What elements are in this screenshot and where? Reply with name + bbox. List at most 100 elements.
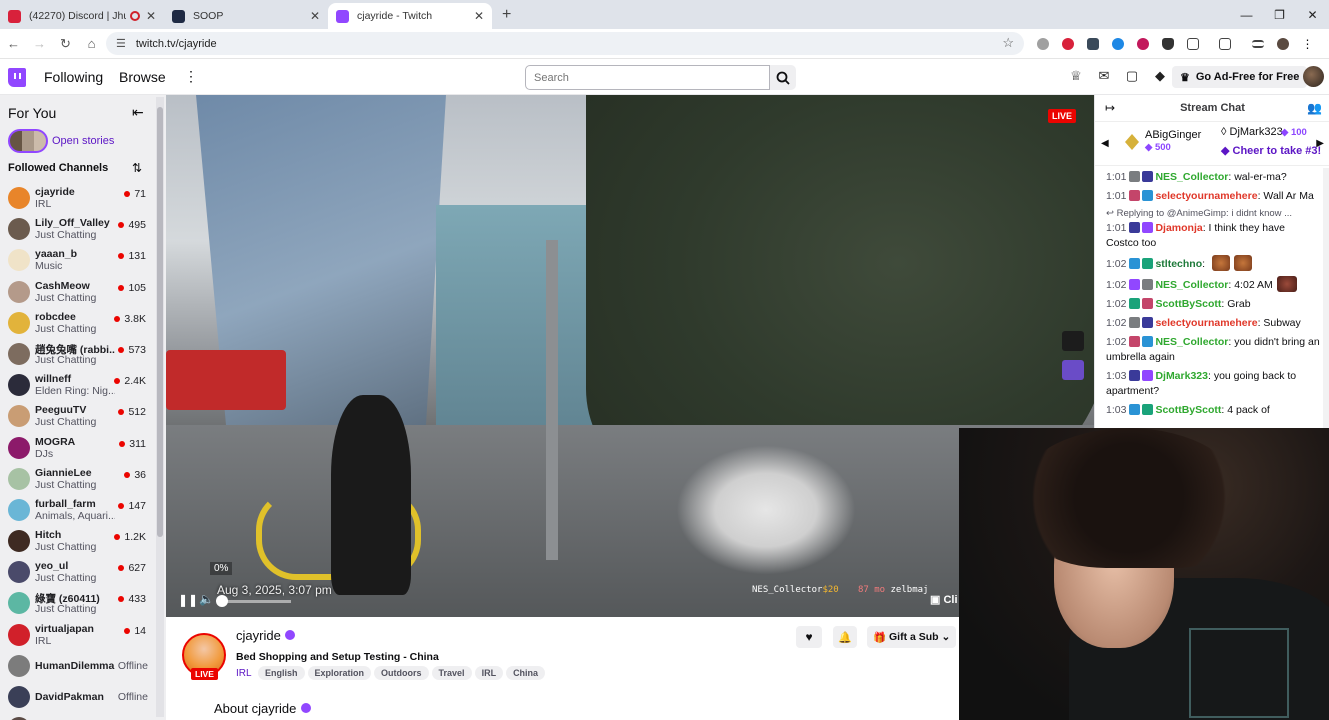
back-arrow-icon[interactable]: ← — [1, 36, 26, 51]
followed-channel-item[interactable]: Hitch Just Chatting 1.2K — [0, 526, 160, 557]
reload-icon[interactable]: ↻ — [53, 36, 78, 52]
scrollbar-thumb[interactable] — [157, 107, 163, 537]
sidebar-scrollbar[interactable] — [156, 97, 164, 717]
browse-link[interactable]: Browse — [119, 69, 166, 85]
close-tab-icon[interactable]: ✕ — [146, 9, 156, 23]
followed-channel-item[interactable]: yaaan_b Music 131 — [0, 245, 160, 276]
chat-message[interactable]: 1:02 NES_Collector: 4:02 AM — [1095, 274, 1329, 295]
bits-icon[interactable]: ◆ — [1146, 68, 1174, 84]
chat-username[interactable]: NES_Collector — [1155, 336, 1228, 348]
chat-badge-icon[interactable] — [1142, 336, 1154, 347]
site-info-icon[interactable]: ☰ — [116, 37, 126, 50]
sort-icon[interactable]: ⇅ — [132, 161, 142, 175]
video-extension-icon[interactable] — [1062, 331, 1084, 351]
chat-badge-icon[interactable] — [1142, 171, 1154, 182]
extension-icon[interactable] — [1111, 38, 1124, 50]
chat-username[interactable]: NES_Collector — [1155, 171, 1228, 183]
chat-badge-icon[interactable] — [1129, 317, 1141, 328]
home-icon[interactable]: ⌂ — [79, 36, 104, 51]
chat-badge-icon[interactable] — [1129, 298, 1141, 309]
inbox-icon[interactable]: ✉ — [1090, 68, 1118, 84]
pause-icon[interactable]: ❚❚ — [178, 593, 198, 607]
chat-username[interactable]: ScottByScott — [1155, 404, 1221, 416]
followed-channel-item[interactable]: willneff Elden Ring: Nig... 2.4K — [0, 370, 160, 401]
close-tab-icon[interactable]: ✕ — [310, 9, 320, 23]
stream-tag[interactable]: China — [506, 666, 546, 680]
followed-channel-item[interactable]: MOGRA DJs 311 — [0, 433, 160, 464]
chevron-left-icon[interactable]: ◀ — [1101, 138, 1109, 149]
minimize-icon[interactable]: — — [1230, 0, 1263, 29]
browser-tab-discord[interactable]: (42270) Discord | Jhunter, B ✕ — [0, 3, 164, 29]
chat-message[interactable]: 1:03 ScottByScott: 4 pack of — [1095, 401, 1329, 420]
chat-badge-icon[interactable] — [1142, 279, 1154, 290]
chat-message[interactable]: 1:01 selectyournamehere: Wall Ar Ma — [1095, 187, 1329, 206]
collapse-sidebar-icon[interactable]: ⇤ — [132, 104, 144, 121]
stream-tag[interactable]: Exploration — [307, 666, 372, 680]
stream-tag[interactable]: Outdoors — [374, 666, 429, 680]
chat-badge-icon[interactable] — [1142, 404, 1154, 415]
followed-channel-item[interactable]: virtualjapan IRL 14 — [0, 620, 160, 651]
extension-icon[interactable] — [1036, 38, 1049, 50]
followed-channel-item[interactable]: GiannieLee Just Chatting 36 — [0, 464, 160, 495]
extension-icon[interactable] — [1136, 38, 1149, 50]
chat-badge-icon[interactable] — [1142, 258, 1154, 269]
menu-kebab-icon[interactable]: ⋮ — [1302, 38, 1314, 50]
followed-channel-item[interactable]: PeeguuTV Just Chatting 512 — [0, 401, 160, 432]
channel-name[interactable]: cjayride — [236, 628, 281, 643]
followed-channel-item[interactable]: 綠寶 (z60411) Just Chatting 433 — [0, 588, 160, 619]
side-panel-icon[interactable] — [1219, 38, 1231, 50]
followed-channel-item[interactable]: 趙兔兔嘴 (rabbi... Just Chatting 573 — [0, 339, 160, 370]
chat-message[interactable]: 1:02 ScottByScott: Grab — [1095, 295, 1329, 314]
chat-scrollbar[interactable] — [1323, 168, 1329, 428]
browser-tab-soop[interactable]: SOOP ✕ — [164, 3, 328, 29]
chat-message[interactable]: 1:02 NES_Collector: you didn't bring an u… — [1095, 333, 1329, 367]
chat-username[interactable]: ScottByScott — [1155, 298, 1221, 310]
volume-knob[interactable] — [216, 595, 228, 607]
whispers-icon[interactable]: ▢ — [1118, 68, 1146, 84]
go-ad-free-button[interactable]: ♛ Go Ad-Free for Free — [1172, 66, 1308, 88]
search-button[interactable] — [770, 65, 796, 90]
profile-avatar-icon[interactable] — [1276, 38, 1289, 50]
chat-badge-icon[interactable] — [1129, 279, 1141, 290]
close-window-icon[interactable]: ✕ — [1296, 0, 1329, 29]
chat-message[interactable]: 1:01 NES_Collector: wal-er-ma? — [1095, 168, 1329, 187]
follow-heart-button[interactable]: ♥ — [796, 626, 822, 648]
address-bar[interactable]: ☰ twitch.tv/cjayride ☆ — [106, 32, 1024, 55]
chat-message[interactable]: 1:03 DjMark323: you going back to apartme… — [1095, 367, 1329, 401]
new-tab-button[interactable]: + — [502, 6, 511, 24]
bookmark-star-icon[interactable]: ☆ — [1002, 35, 1014, 51]
chat-badge-icon[interactable] — [1129, 370, 1141, 381]
puzzle-icon[interactable] — [1186, 38, 1199, 50]
volume-slider[interactable] — [221, 600, 291, 603]
twitch-logo-icon[interactable] — [8, 68, 26, 87]
notifications-bell-button[interactable]: 🔔 — [833, 626, 857, 648]
extension-icon[interactable] — [1061, 38, 1074, 50]
cheer-cta[interactable]: ◆ Cheer to take #3! — [1221, 144, 1321, 157]
stream-rewards-icon[interactable] — [1062, 360, 1084, 380]
search-input[interactable] — [525, 65, 770, 90]
followed-channel-item[interactable]: DavidPakman Offline — [0, 682, 160, 713]
chat-username[interactable]: selectyournamehere — [1155, 317, 1257, 329]
reply-context[interactable]: ↩ Replying to @AnimeGimp: i didnt know .… — [1095, 206, 1329, 219]
stream-tag[interactable]: IRL — [474, 666, 504, 680]
gift-a-sub-button[interactable]: 🎁 Gift a Sub ⌄ — [867, 626, 957, 648]
chat-username[interactable]: Djamonja — [1155, 222, 1202, 234]
chat-message[interactable]: 1:02 stltechno: — [1095, 253, 1329, 274]
chat-badge-icon[interactable] — [1129, 258, 1141, 269]
chat-badge-icon[interactable] — [1142, 317, 1154, 328]
shield-icon[interactable] — [1161, 38, 1174, 50]
chat-badge-icon[interactable] — [1142, 370, 1154, 381]
more-menu-icon[interactable]: ⋮ — [184, 68, 198, 85]
category-link[interactable]: IRL — [236, 668, 252, 679]
chat-message[interactable]: 1:02 selectyournamehere: Subway — [1095, 314, 1329, 333]
following-link[interactable]: Following — [44, 69, 103, 85]
restore-icon[interactable]: ❐ — [1263, 0, 1296, 29]
stream-tag[interactable]: Travel — [431, 666, 472, 680]
chat-message[interactable]: 1:01 Djamonja: I think they have Costco t… — [1095, 219, 1329, 253]
chat-badge-icon[interactable] — [1129, 404, 1141, 415]
chat-badge-icon[interactable] — [1129, 222, 1141, 233]
chat-badge-icon[interactable] — [1142, 190, 1154, 201]
chat-badge-icon[interactable] — [1129, 190, 1141, 201]
followed-channel-item[interactable]: CashMeow Just Chatting 105 — [0, 277, 160, 308]
chat-username[interactable]: NES_Collector — [1155, 279, 1228, 291]
